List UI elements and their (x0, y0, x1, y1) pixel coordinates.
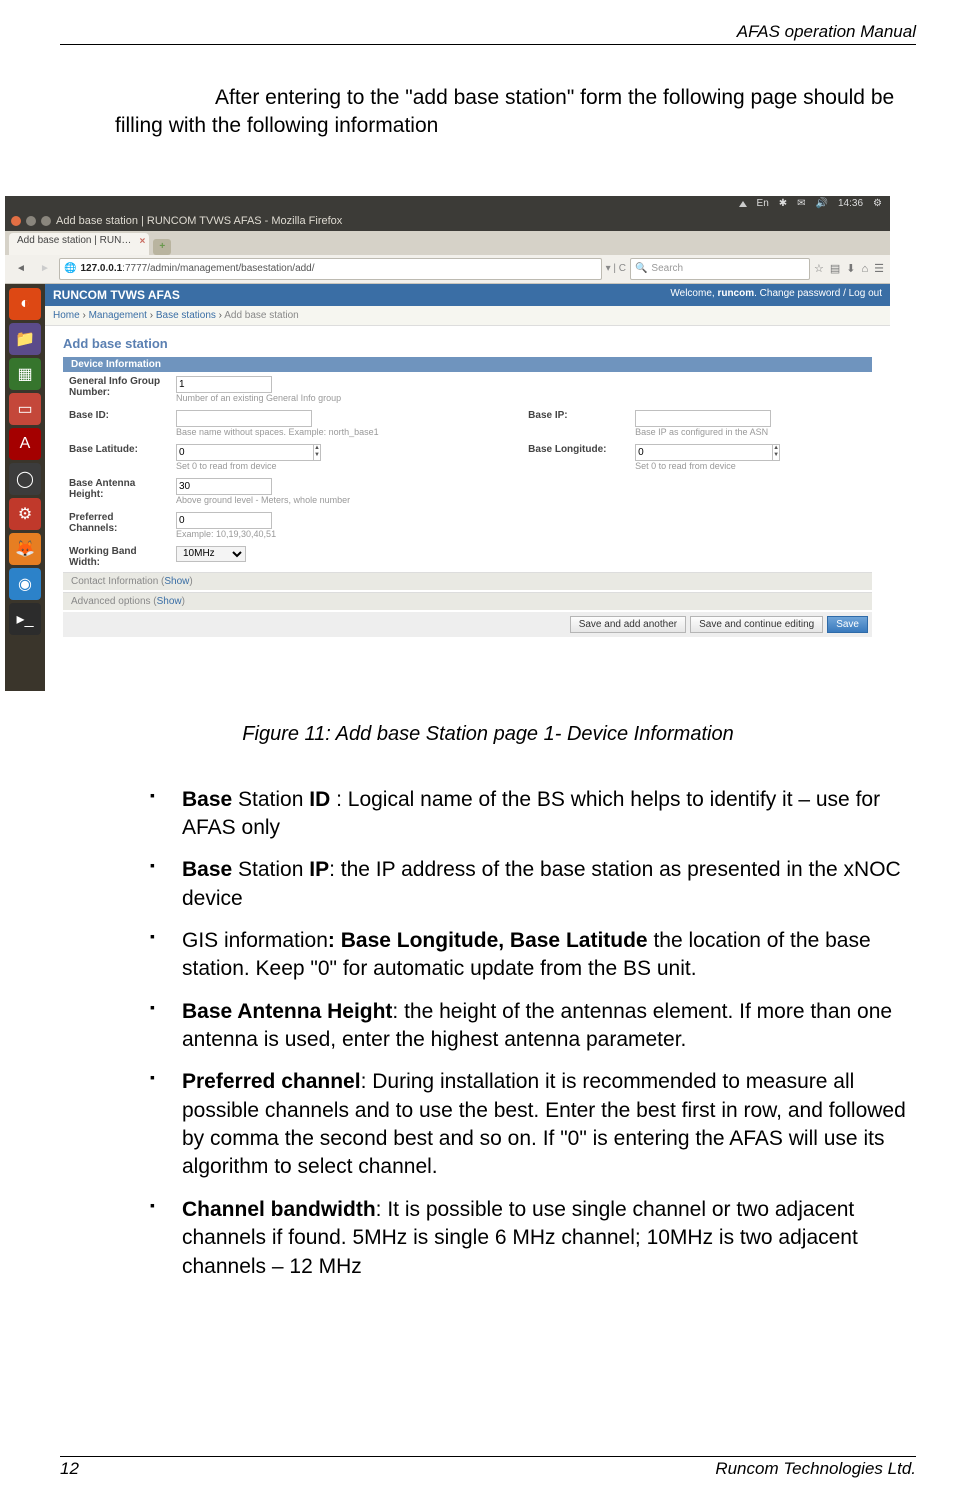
breadcrumb-link[interactable]: Base stations (156, 310, 216, 321)
help-base-lon: Set 0 to read from device (635, 461, 736, 471)
launcher-chromium-icon[interactable]: ◉ (9, 568, 41, 600)
app-usermenu[interactable]: Welcome, runcom. Change password / Log o… (670, 288, 882, 302)
help-antenna-height: Above ground level - Meters, whole numbe… (176, 495, 350, 505)
search-icon: 🔍 (635, 263, 647, 274)
tab-label: Add base station | RUN… (17, 235, 131, 246)
window-title: Add base station | RUNCOM TVWS AFAS - Mo… (56, 215, 342, 227)
spec-item: Channel bandwidth: It is possible to use… (150, 1196, 916, 1281)
help-pref-channels: Example: 10,19,30,40,51 (176, 529, 276, 539)
panel-gear-icon: ⚙ (873, 198, 882, 209)
spec-item: Base Station ID : Logical name of the BS… (150, 786, 916, 843)
breadcrumb: Home › Management › Base stations › Add … (45, 306, 890, 326)
spec-item: Preferred channel: During installation i… (150, 1068, 916, 1181)
launcher-eclipse-icon[interactable]: ◯ (9, 463, 41, 495)
unity-launcher: ◐ 📁 ▦ ▭ A ◯ ⚙ 🦊 ◉ ▸_ (5, 284, 45, 691)
url-field[interactable]: 🌐 127.0.0.1:7777/admin/management/basest… (59, 258, 602, 280)
panel-mail-icon: ✉ (797, 198, 805, 209)
input-base-id[interactable] (176, 410, 312, 427)
maximize-icon[interactable] (41, 216, 51, 226)
launcher-settings-icon[interactable]: ⚙ (9, 498, 41, 530)
bookmark-icon[interactable]: ☆ (814, 262, 824, 275)
panel-bt-icon: ✱ (779, 198, 787, 209)
globe-icon: 🌐 (64, 263, 76, 274)
section-header-device: Device Information (63, 357, 872, 372)
help-base-ip: Base IP as configured in the ASN (635, 427, 768, 437)
help-base-lat: Set 0 to read from device (176, 461, 277, 471)
panel-sound-icon: 🔊 (816, 198, 828, 209)
label-antenna-height: Base Antenna Height: (63, 474, 170, 508)
spec-item: Base Antenna Height: the height of the a… (150, 998, 916, 1055)
label-base-lon: Base Longitude: (522, 440, 629, 474)
select-bandwidth[interactable]: 10MHz (176, 546, 246, 562)
save-button[interactable]: Save (827, 616, 868, 633)
launcher-impress-icon[interactable]: ▭ (9, 393, 41, 425)
launcher-terminal-icon[interactable]: ▸_ (9, 603, 41, 635)
label-general-info: General Info Group Number: (63, 372, 170, 406)
browser-search-field[interactable]: 🔍 Search (630, 258, 810, 280)
form-title: Add base station (63, 336, 872, 351)
panel-clock: 14:36 (838, 198, 863, 209)
input-base-lon[interactable]: ▲▼ (635, 444, 720, 461)
browser-tab[interactable]: Add base station | RUN… × (9, 233, 149, 255)
breadcrumb-link[interactable]: Home (53, 310, 80, 321)
section-advanced-collapsed[interactable]: Advanced options (Show) (63, 592, 872, 610)
launcher-app-icon[interactable]: A (9, 428, 41, 460)
spec-list: Base Station ID : Logical name of the BS… (60, 786, 916, 1295)
home-icon[interactable]: ⌂ (861, 263, 868, 275)
minimize-icon[interactable] (26, 216, 36, 226)
input-general-info[interactable] (176, 376, 272, 393)
spec-item: GIS information: Base Longitude, Base La… (150, 927, 916, 984)
label-base-id: Base ID: (63, 406, 170, 440)
breadcrumb-link[interactable]: Management (89, 310, 147, 321)
save-continue-button[interactable]: Save and continue editing (690, 616, 823, 633)
footer-company: Runcom Technologies Ltd. (715, 1459, 916, 1479)
launcher-calc-icon[interactable]: ▦ (9, 358, 41, 390)
label-base-ip: Base IP: (522, 406, 629, 440)
top-rule (60, 44, 916, 45)
back-button[interactable]: ◄ (11, 259, 31, 279)
page-footer: 12 Runcom Technologies Ltd. (60, 1459, 916, 1479)
new-tab-button[interactable]: + (153, 239, 171, 255)
label-pref-channels: Preferred Channels: (63, 508, 170, 542)
panel-indicator-icon (739, 201, 747, 207)
launcher-firefox-icon[interactable]: 🦊 (9, 533, 41, 565)
browser-tabstrip: Add base station | RUN… × + (5, 231, 890, 255)
download-icon[interactable]: ⬇ (846, 262, 855, 275)
input-base-ip[interactable] (635, 410, 771, 427)
input-pref-channels[interactable] (176, 512, 272, 529)
input-antenna-height[interactable] (176, 478, 272, 495)
figure-caption: Figure 11: Add base Station page 1- Devi… (60, 723, 916, 746)
app-header: RUNCOM TVWS AFAS Welcome, runcom. Change… (45, 284, 890, 306)
window-titlebar: Add base station | RUNCOM TVWS AFAS - Mo… (5, 212, 890, 231)
section-contact-collapsed[interactable]: Contact Information (Show) (63, 572, 872, 590)
label-base-lat: Base Latitude: (63, 440, 170, 474)
running-head: AFAS operation Manual (60, 22, 916, 42)
page-number: 12 (60, 1459, 79, 1479)
help-base-id: Base name without spaces. Example: north… (176, 427, 379, 437)
browser-address-bar: ◄ ► 🌐 127.0.0.1:7777/admin/management/ba… (5, 255, 890, 284)
label-bandwidth: Working Band Width: (63, 542, 170, 570)
feed-icon[interactable]: ▤ (830, 262, 840, 275)
breadcrumb-current: Add base station (224, 310, 299, 321)
app-brand: RUNCOM TVWS AFAS (53, 288, 180, 302)
menu-icon[interactable]: ☰ (874, 262, 884, 275)
launcher-files-icon[interactable]: 📁 (9, 323, 41, 355)
forward-button[interactable]: ► (35, 259, 55, 279)
spec-item: Base Station IP: the IP address of the b… (150, 856, 916, 913)
intro-paragraph: After entering to the "add base station"… (60, 84, 916, 141)
footer-rule (60, 1456, 916, 1457)
close-icon[interactable] (11, 216, 21, 226)
tab-close-icon[interactable]: × (139, 236, 145, 247)
save-add-another-button[interactable]: Save and add another (570, 616, 686, 633)
launcher-dash-icon[interactable]: ◐ (9, 288, 41, 320)
embedded-screenshot: En ✱ ✉ 🔊 14:36 ⚙ Add base station | RUNC… (5, 196, 890, 691)
panel-lang-icon: En (757, 198, 769, 209)
help-general-info: Number of an existing General Info group (176, 393, 341, 403)
input-base-lat[interactable]: ▲▼ (176, 444, 261, 461)
os-top-panel: En ✱ ✉ 🔊 14:36 ⚙ (5, 196, 890, 212)
form-actions: Save and add another Save and continue e… (63, 612, 872, 637)
